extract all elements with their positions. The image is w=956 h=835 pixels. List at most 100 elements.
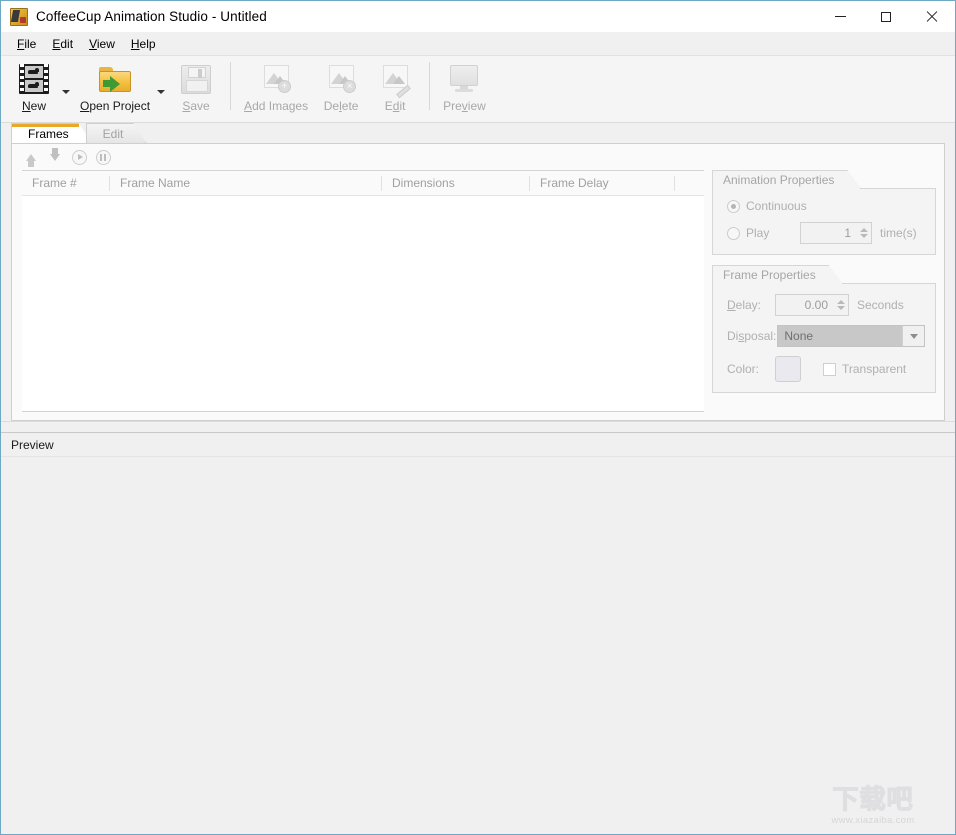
continuous-radio[interactable] bbox=[727, 199, 740, 213]
window-title: CoffeeCup Animation Studio - Untitled bbox=[36, 9, 267, 24]
preview-title: Preview bbox=[1, 433, 955, 457]
save-label: Save bbox=[182, 99, 210, 113]
open-project-dropdown-caret[interactable] bbox=[157, 90, 166, 94]
window-controls bbox=[817, 1, 955, 32]
color-label: Color: bbox=[727, 362, 760, 376]
frames-body: Frame # Frame Name Dimensions Frame Dela… bbox=[12, 170, 944, 420]
color-row: Color: Transparent bbox=[727, 356, 925, 382]
pause-icon[interactable] bbox=[94, 148, 112, 166]
play-radio[interactable] bbox=[727, 226, 740, 240]
menu-file[interactable]: FFileile bbox=[9, 34, 44, 54]
spin-up-icon[interactable] bbox=[837, 300, 845, 304]
edit-button[interactable]: Edit bbox=[368, 60, 422, 113]
delay-label: Delay: bbox=[727, 298, 762, 312]
toolbar-separator-1 bbox=[230, 62, 232, 110]
frame-properties-group: Frame Properties Delay: 0.00 Seconds Dis… bbox=[712, 265, 936, 393]
menu-view[interactable]: View bbox=[81, 34, 123, 54]
move-down-icon[interactable] bbox=[46, 147, 64, 166]
delay-row: Delay: 0.00 Seconds bbox=[727, 294, 925, 316]
play-count-stepper[interactable]: 1 bbox=[800, 222, 872, 244]
frames-list-rows[interactable] bbox=[22, 196, 704, 411]
play-row[interactable]: Play 1 time(s) bbox=[727, 222, 925, 244]
delay-stepper[interactable]: 0.00 bbox=[775, 294, 849, 316]
frames-list-header: Frame # Frame Name Dimensions Frame Dela… bbox=[22, 171, 704, 196]
close-button[interactable] bbox=[909, 1, 955, 32]
save-button[interactable]: Save bbox=[169, 60, 223, 113]
tab-edit[interactable]: Edit bbox=[86, 123, 147, 143]
tab-strip: Frames Edit bbox=[1, 123, 955, 143]
continuous-row[interactable]: Continuous bbox=[727, 199, 925, 213]
play-label: Play bbox=[746, 226, 770, 240]
maximize-button[interactable] bbox=[863, 1, 909, 32]
title-bar: CoffeeCup Animation Studio - Untitled bbox=[1, 1, 955, 32]
delay-value: 0.00 bbox=[804, 298, 828, 312]
delete-button[interactable]: × Delete bbox=[314, 60, 368, 113]
preview-button[interactable]: Preview bbox=[437, 60, 492, 113]
times-label: time(s) bbox=[880, 226, 917, 240]
preview-canvas[interactable]: 下载吧 www.xiazaiba.com bbox=[1, 457, 955, 834]
move-up-icon[interactable] bbox=[22, 148, 40, 167]
tab-frames-label: Frames bbox=[28, 126, 69, 141]
frames-toolbar bbox=[12, 144, 944, 170]
chevron-down-icon[interactable] bbox=[902, 326, 924, 346]
transparent-label: Transparent bbox=[842, 362, 907, 376]
frames-list[interactable]: Frame # Frame Name Dimensions Frame Dela… bbox=[22, 170, 704, 412]
close-icon bbox=[926, 11, 938, 23]
play-icon[interactable] bbox=[70, 148, 88, 166]
main-toolbar: New Open Project Save + Add Images × Del… bbox=[1, 56, 955, 123]
preview-label: Preview bbox=[443, 99, 486, 113]
watermark-text: 下载吧 bbox=[832, 785, 914, 815]
animation-properties-title: Animation Properties bbox=[712, 170, 861, 189]
animation-properties-group: Animation Properties Continuous Play 1 t… bbox=[712, 170, 936, 255]
disposal-label: Disposal: bbox=[727, 329, 777, 343]
delay-spin-buttons[interactable] bbox=[834, 295, 848, 315]
seconds-label: Seconds bbox=[857, 298, 904, 312]
disposal-select[interactable]: None bbox=[777, 325, 925, 347]
continuous-label: Continuous bbox=[746, 199, 807, 213]
tab-frames[interactable]: Frames bbox=[11, 123, 92, 143]
preview-panel: Preview 下载吧 www.xiazaiba.com bbox=[1, 432, 955, 834]
site-watermark: 下载吧 www.xiazaiba.com bbox=[803, 782, 943, 826]
column-frame-delay[interactable]: Frame Delay bbox=[530, 175, 675, 191]
add-images-button[interactable]: + Add Images bbox=[238, 60, 314, 113]
panel-splitter[interactable] bbox=[1, 421, 955, 432]
toolbar-separator-2 bbox=[429, 62, 431, 110]
transparent-checkbox[interactable] bbox=[823, 362, 836, 376]
properties-sidebar: Animation Properties Continuous Play 1 t… bbox=[712, 170, 944, 412]
new-dropdown-caret[interactable] bbox=[62, 90, 70, 94]
delete-label: Delete bbox=[323, 99, 359, 113]
menu-help[interactable]: Help bbox=[123, 34, 164, 54]
edit-image-icon bbox=[380, 62, 411, 99]
menu-edit[interactable]: Edit bbox=[44, 34, 81, 54]
menu-bar: FFileile Edit View Help bbox=[1, 32, 955, 56]
frame-properties-box: Delay: 0.00 Seconds Disposal: None Color… bbox=[712, 283, 936, 393]
play-count-spin-buttons[interactable] bbox=[857, 223, 871, 243]
film-strip-icon bbox=[19, 62, 49, 96]
open-folder-icon bbox=[99, 62, 132, 96]
app-icon bbox=[10, 7, 28, 26]
column-frame-name[interactable]: Frame Name bbox=[110, 175, 382, 191]
open-project-label: Open Project bbox=[80, 99, 151, 113]
minimize-button[interactable] bbox=[817, 1, 863, 32]
column-spacer bbox=[675, 176, 697, 191]
disposal-row: Disposal: None bbox=[727, 325, 925, 347]
spin-down-icon[interactable] bbox=[860, 234, 868, 238]
spin-up-icon[interactable] bbox=[860, 228, 868, 232]
column-dimensions[interactable]: Dimensions bbox=[382, 175, 530, 191]
delete-image-icon: × bbox=[326, 62, 357, 96]
spin-down-icon[interactable] bbox=[837, 306, 845, 310]
open-project-button[interactable]: Open Project bbox=[74, 60, 156, 113]
floppy-disk-icon bbox=[181, 62, 212, 96]
monitor-icon bbox=[449, 62, 479, 96]
new-label: New bbox=[21, 99, 46, 113]
edit-label: Edit bbox=[384, 99, 406, 113]
disposal-value: None bbox=[784, 329, 814, 343]
play-count-value: 1 bbox=[844, 226, 851, 240]
minimize-icon bbox=[834, 16, 846, 17]
color-swatch[interactable] bbox=[775, 356, 801, 382]
maximize-icon bbox=[881, 11, 891, 22]
app-window: CoffeeCup Animation Studio - Untitled FF… bbox=[0, 0, 956, 835]
column-frame-number[interactable]: Frame # bbox=[22, 175, 110, 191]
new-button[interactable]: New bbox=[7, 60, 61, 113]
add-images-label: Add Images bbox=[244, 99, 309, 113]
